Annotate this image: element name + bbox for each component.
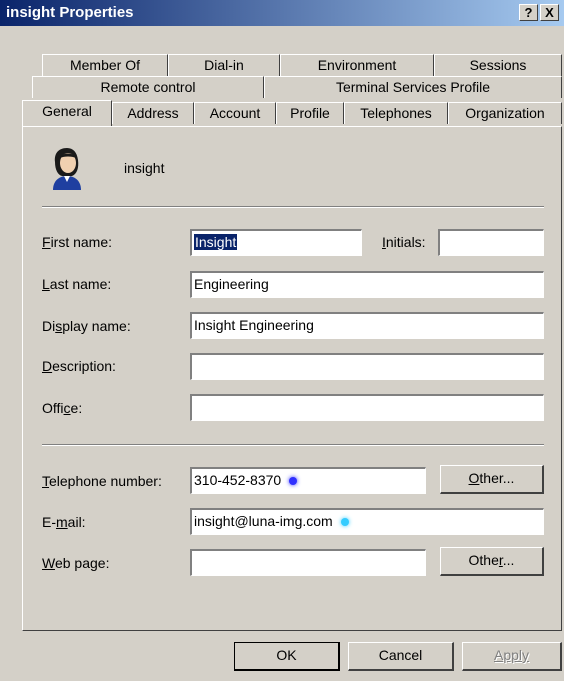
title-bar: insight Properties ? X — [0, 0, 564, 26]
properties-dialog: insight Properties ? X Member Of Dial-in… — [0, 0, 564, 681]
last-name-field[interactable]: Engineering — [190, 271, 544, 298]
cyan-dot-marker — [340, 518, 349, 527]
ok-button[interactable]: OK — [234, 642, 340, 671]
tab-environment[interactable]: Environment — [280, 54, 434, 76]
display-name-label: Display name: — [42, 318, 131, 334]
first-name-field[interactable]: Insight — [190, 229, 362, 256]
description-field[interactable] — [190, 353, 544, 380]
tab-general[interactable]: General — [22, 100, 112, 126]
help-button[interactable]: ? — [519, 4, 538, 21]
description-label: Description: — [42, 358, 116, 374]
telephone-other-button[interactable]: Other... — [440, 465, 544, 494]
tab-terminal-services-profile[interactable]: Terminal Services Profile — [264, 76, 562, 98]
tab-account[interactable]: Account — [194, 102, 276, 124]
email-label: E-mail: — [42, 514, 86, 530]
tab-address[interactable]: Address — [112, 102, 194, 124]
window-title: insight Properties — [6, 4, 134, 21]
user-icon — [53, 148, 81, 190]
display-name-field[interactable]: Insight Engineering — [190, 312, 544, 339]
initials-label: Initials: — [382, 234, 426, 250]
web-page-other-button[interactable]: Other... — [440, 547, 544, 576]
apply-button[interactable]: Apply — [462, 642, 562, 671]
telephone-label: Telephone number: — [42, 473, 162, 489]
telephone-field[interactable]: 310-452-8370 — [190, 467, 426, 494]
tab-member-of[interactable]: Member Of — [42, 54, 168, 76]
tab-remote-control[interactable]: Remote control — [32, 76, 264, 98]
initials-field[interactable] — [438, 229, 544, 256]
cancel-button[interactable]: Cancel — [348, 642, 454, 671]
last-name-label: Last name: — [42, 276, 112, 292]
tab-sessions[interactable]: Sessions — [434, 54, 562, 76]
blue-dot-marker — [289, 477, 298, 486]
web-page-label: Web page: — [42, 555, 110, 571]
tab-organization[interactable]: Organization — [448, 102, 562, 124]
tab-telephones[interactable]: Telephones — [344, 102, 448, 124]
close-button[interactable]: X — [540, 4, 559, 21]
web-page-field[interactable] — [190, 549, 426, 576]
user-name-label: insight — [124, 160, 165, 176]
office-field[interactable] — [190, 394, 544, 421]
tab-profile[interactable]: Profile — [276, 102, 344, 124]
first-name-label: First name: — [42, 234, 113, 250]
office-label: Office: — [42, 400, 83, 416]
separator-bottom — [42, 444, 544, 446]
separator-top — [42, 206, 544, 208]
tab-dial-in[interactable]: Dial-in — [168, 54, 280, 76]
email-field[interactable]: insight@luna-img.com — [190, 508, 544, 535]
